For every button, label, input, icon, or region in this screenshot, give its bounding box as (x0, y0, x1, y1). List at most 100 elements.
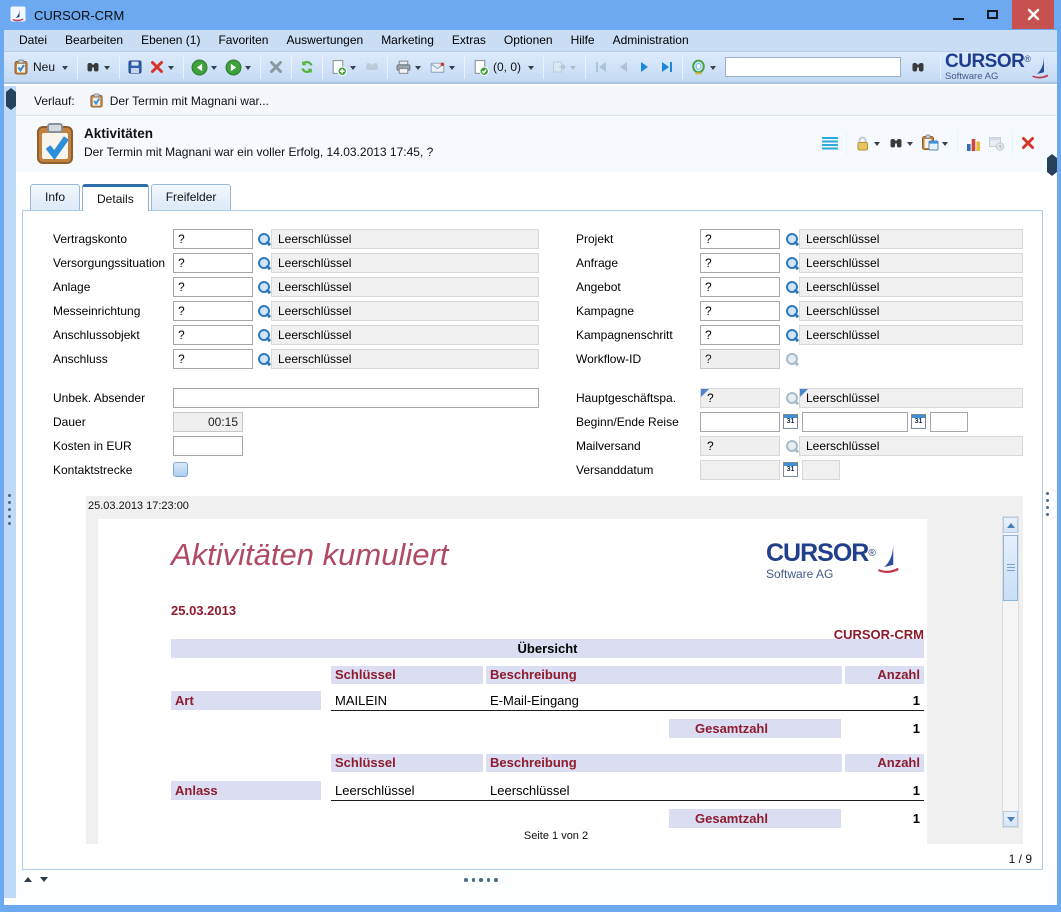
tab-freifelder[interactable]: Freifelder (151, 184, 232, 210)
lookup-magnifier-icon[interactable] (785, 303, 800, 319)
lookup-magnifier-icon[interactable] (257, 351, 272, 367)
tab-details[interactable]: Details (82, 184, 149, 211)
mailversand-input: ? (700, 436, 780, 456)
report-page: Aktivitäten kumuliert CURSOR® Software A… (98, 519, 927, 844)
forward-button[interactable] (222, 54, 256, 80)
report-date: 25.03.2013 (171, 603, 236, 618)
lock-button[interactable] (851, 130, 885, 156)
menu-extras[interactable]: Extras (443, 30, 495, 51)
first-record-button[interactable] (590, 54, 612, 80)
field-label: Versorgungssituation (53, 253, 165, 273)
versorgungssituation-input[interactable] (173, 253, 253, 273)
lookup-magnifier-icon[interactable] (257, 231, 272, 247)
menu-administration[interactable]: Administration (604, 30, 698, 51)
lookup-magnifier-icon[interactable] (785, 279, 800, 295)
bottom-splitter-grip[interactable] (464, 878, 498, 882)
brand-logo: CURSOR® Software AG (936, 52, 1051, 82)
quick-search-input[interactable] (725, 57, 901, 77)
refresh-button[interactable] (296, 54, 318, 80)
previous-record-button[interactable] (612, 54, 634, 80)
maximize-button[interactable] (976, 0, 1008, 29)
menu-bearbeiten[interactable]: Bearbeiten (56, 30, 132, 51)
save-button[interactable] (124, 54, 146, 80)
reise-zeit-input[interactable] (930, 412, 968, 432)
right-splitter-grip[interactable] (1046, 492, 1049, 520)
bottom-collapse-arrows[interactable] (24, 877, 48, 882)
scrollbar-thumb[interactable] (1003, 535, 1018, 601)
lookup-magnifier-icon[interactable] (257, 327, 272, 343)
reise-ende-input[interactable] (802, 412, 908, 432)
toolbar-separator (1012, 131, 1013, 155)
anlage-input[interactable] (173, 277, 253, 297)
minimize-button[interactable] (942, 0, 974, 29)
find-button[interactable] (907, 54, 929, 80)
collapse-right-icon (1052, 154, 1057, 176)
email-button[interactable] (426, 54, 460, 80)
chevron-down-icon (62, 66, 68, 70)
close-button[interactable] (1012, 0, 1054, 29)
report-scrollbar[interactable] (1002, 516, 1019, 828)
export-icon (551, 59, 567, 75)
back-arrow-icon (191, 59, 208, 76)
right-collapse-arrows[interactable] (1047, 158, 1057, 172)
print-button[interactable] (392, 54, 426, 80)
tab-info[interactable]: Info (30, 184, 80, 210)
lookup-magnifier-icon[interactable] (785, 255, 800, 271)
lookup-text: Leerschlüssel (799, 301, 1023, 321)
export-button[interactable] (548, 54, 581, 80)
search-record-button[interactable] (885, 130, 918, 156)
menu-marketing[interactable]: Marketing (372, 30, 443, 51)
scroll-down-button[interactable] (1003, 811, 1018, 827)
menu-datei[interactable]: Datei (10, 30, 56, 51)
anschluss-input[interactable] (173, 349, 253, 369)
kontaktstrecke-checkbox[interactable] (173, 462, 188, 477)
selection-count-button[interactable]: (0, 0) (469, 54, 539, 80)
link-record-button[interactable] (687, 54, 721, 80)
reise-beginn-input[interactable] (700, 412, 780, 432)
anfrage-input[interactable] (700, 253, 780, 273)
lookup-magnifier-icon[interactable] (785, 327, 800, 343)
projekt-input[interactable] (700, 229, 780, 249)
envelope-icon (429, 59, 446, 76)
menu-auswertungen[interactable]: Auswertungen (277, 30, 372, 51)
vertragskonto-input[interactable] (173, 229, 253, 249)
messeinrichtung-input[interactable] (173, 301, 253, 321)
activity-planner-button[interactable] (918, 130, 953, 156)
search-dropdown-button[interactable] (82, 54, 115, 80)
lookup-magnifier-icon[interactable] (257, 279, 272, 295)
anschlussobjekt-input[interactable] (173, 325, 253, 345)
tools-button[interactable] (361, 54, 383, 80)
new-document-button[interactable] (327, 54, 361, 80)
kosten-input[interactable] (173, 436, 243, 456)
kampagnenschritt-input[interactable] (700, 325, 780, 345)
report-chart-button[interactable] (962, 130, 985, 156)
last-record-button[interactable] (656, 54, 678, 80)
angebot-input[interactable] (700, 277, 780, 297)
back-button[interactable] (188, 54, 222, 80)
delete-button[interactable] (146, 54, 179, 80)
lookup-text: Leerschlüssel (271, 349, 539, 369)
unbek-absender-input[interactable] (173, 388, 539, 408)
lookup-magnifier-icon[interactable] (257, 255, 272, 271)
calendar-icon[interactable]: 31 (911, 414, 926, 429)
scheduled-report-button[interactable] (985, 130, 1008, 156)
splitter-collapse-arrows[interactable] (6, 92, 16, 106)
new-activity-button[interactable]: Neu (10, 54, 73, 80)
menu-favoriten[interactable]: Favoriten (209, 30, 277, 51)
scroll-up-button[interactable] (1003, 517, 1018, 533)
menu-ebenen[interactable]: Ebenen (1) (132, 30, 209, 51)
field-label: Versanddatum (576, 460, 653, 480)
left-splitter[interactable] (4, 86, 16, 898)
cancel-button[interactable] (265, 54, 287, 80)
next-record-button[interactable] (634, 54, 656, 80)
calendar-icon[interactable]: 31 (783, 414, 798, 429)
menu-hilfe[interactable]: Hilfe (562, 30, 604, 51)
close-view-button[interactable] (1017, 130, 1039, 156)
lookup-magnifier-icon[interactable] (257, 303, 272, 319)
toolbar-separator (957, 131, 958, 155)
kampagne-input[interactable] (700, 301, 780, 321)
lookup-magnifier-icon[interactable] (785, 231, 800, 247)
list-menu-button[interactable] (818, 130, 842, 156)
menu-optionen[interactable]: Optionen (495, 30, 562, 51)
history-entry[interactable]: Der Termin mit Magnani war... (89, 93, 269, 108)
